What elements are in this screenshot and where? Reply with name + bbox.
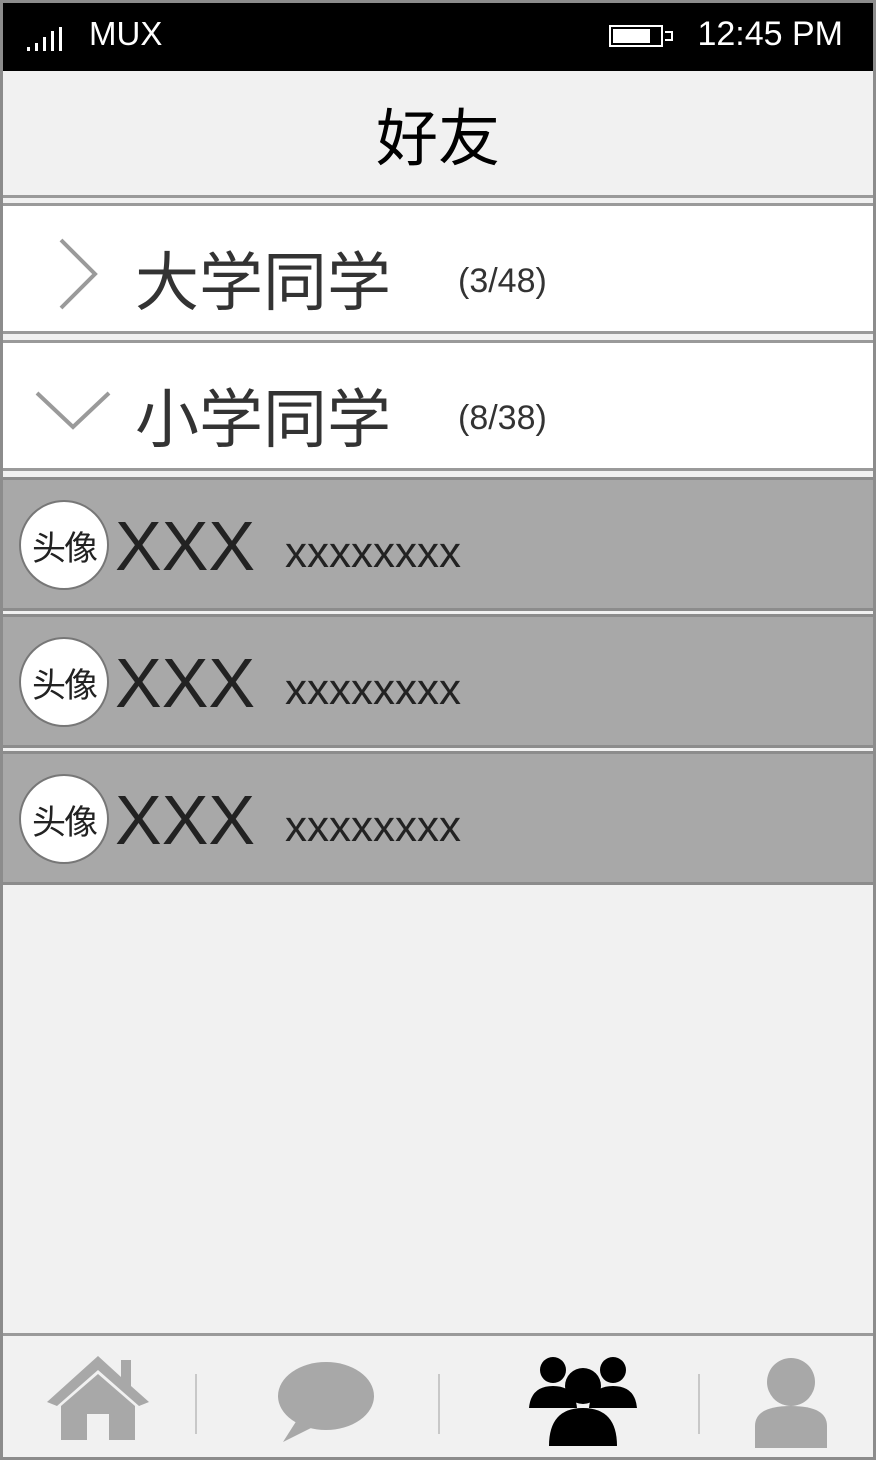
group-university-classmates[interactable]: 大学同学 (3/48) xyxy=(3,203,873,334)
tab-divider xyxy=(438,1374,440,1434)
friend-signature: xxxxxxxx xyxy=(285,665,461,714)
tab-divider xyxy=(195,1374,197,1434)
friend-row[interactable]: 头像 XXX xxxxxxxx xyxy=(3,751,873,885)
friend-signature: xxxxxxxx xyxy=(285,802,461,851)
group-name: 小学同学 xyxy=(135,384,391,458)
avatar: 头像 xyxy=(19,500,109,590)
signal-icon xyxy=(27,27,71,51)
phone-screen: MUX 12:45 PM 好友 大学同学 (3/48) 小学同学 (8/38) … xyxy=(0,0,876,1460)
friend-signature: xxxxxxxx xyxy=(285,528,461,577)
home-icon xyxy=(47,1356,149,1440)
page-title: 好友 xyxy=(375,102,500,175)
header: 好友 xyxy=(3,71,873,198)
bottom-tab-bar xyxy=(3,1333,873,1457)
clock: 12:45 PM xyxy=(697,15,843,53)
tab-divider xyxy=(698,1374,700,1434)
group-count: (3/48) xyxy=(458,262,547,300)
group-primary-classmates[interactable]: 小学同学 (8/38) xyxy=(3,340,873,471)
avatar: 头像 xyxy=(19,774,109,864)
chevron-right-icon xyxy=(59,238,98,310)
tab-friends[interactable] xyxy=(523,1350,643,1450)
friend-name: XXX xyxy=(115,781,256,859)
avatar: 头像 xyxy=(19,637,109,727)
friend-name: XXX xyxy=(115,644,256,722)
status-bar: MUX 12:45 PM xyxy=(3,3,873,71)
chevron-down-icon xyxy=(35,391,111,430)
group-name: 大学同学 xyxy=(135,247,391,321)
tab-home[interactable] xyxy=(43,1350,153,1450)
friend-name: XXX xyxy=(115,507,256,585)
friends-group-icon xyxy=(529,1357,637,1446)
group-count: (8/38) xyxy=(458,399,547,437)
chat-bubble-icon xyxy=(278,1362,374,1442)
friend-row[interactable]: 头像 XXX xxxxxxxx xyxy=(3,614,873,748)
carrier-name: MUX xyxy=(89,15,163,52)
tab-profile[interactable] xyxy=(741,1350,841,1450)
user-profile-icon xyxy=(755,1358,827,1448)
tab-messages[interactable] xyxy=(271,1350,381,1450)
battery-icon xyxy=(609,25,679,51)
friend-row[interactable]: 头像 XXX xxxxxxxx xyxy=(3,477,873,611)
